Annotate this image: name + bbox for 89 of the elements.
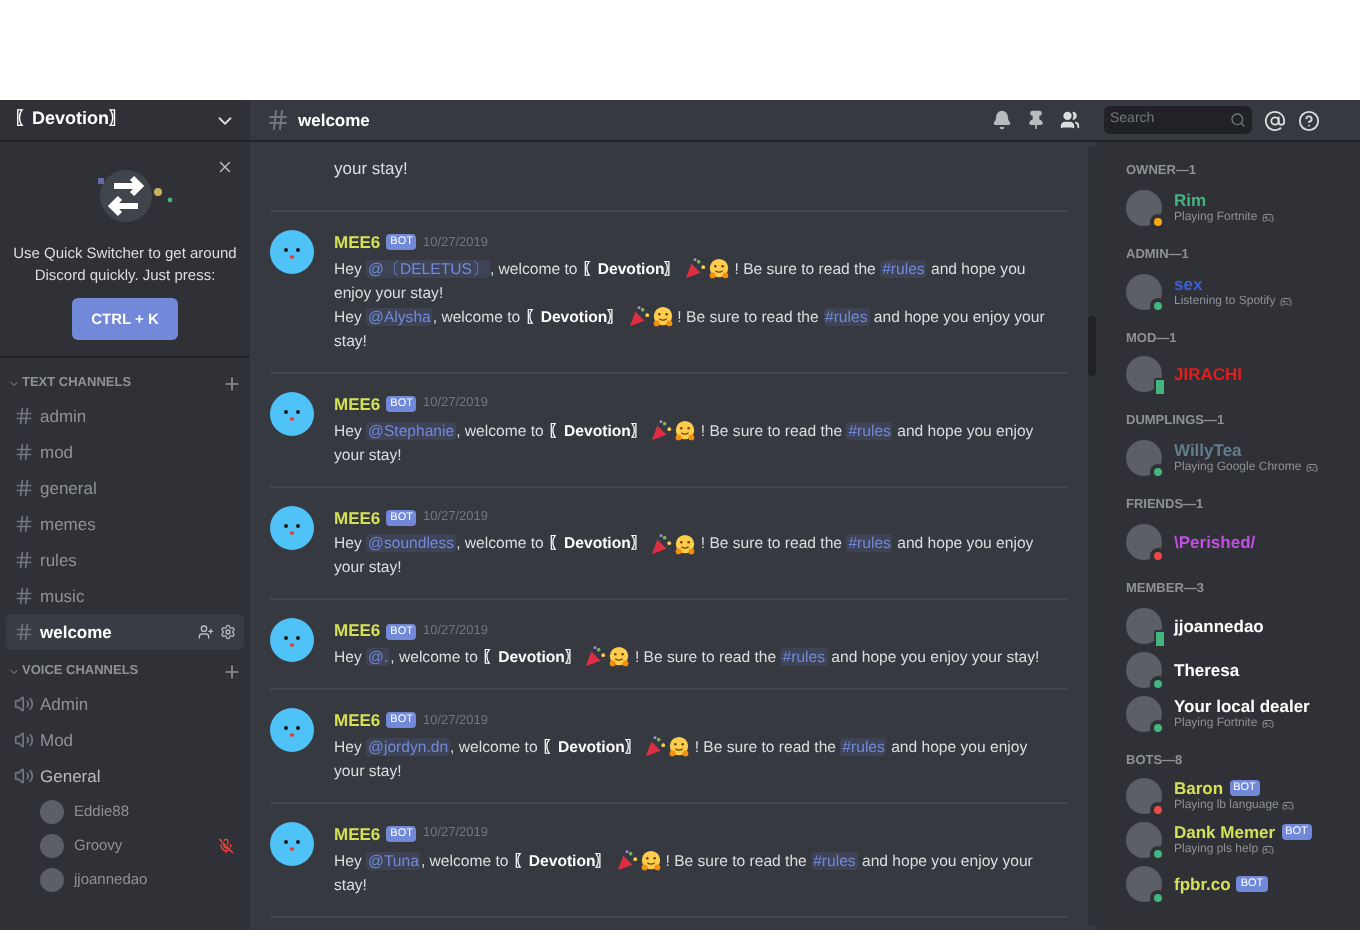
channel-item[interactable]: mod	[6, 434, 244, 471]
member-name[interactable]: jjoannedao	[1174, 615, 1264, 635]
party-popper-icon	[650, 533, 673, 556]
voice-channel-item[interactable]: Mod	[6, 722, 244, 759]
hash-icon	[266, 108, 290, 132]
hugging-face-icon	[674, 419, 697, 442]
pin-icon[interactable]	[1026, 110, 1046, 130]
member-name[interactable]: Rim	[1174, 189, 1207, 210]
hugging-face-icon	[639, 849, 662, 872]
party-popper-icon	[627, 306, 650, 329]
message-text: your stay!	[334, 158, 408, 178]
add-channel-icon[interactable]	[222, 374, 242, 395]
hash-icon	[14, 550, 34, 571]
hugging-face-icon	[708, 258, 731, 281]
user-avatar[interactable]	[1126, 695, 1162, 731]
channel-item[interactable]: welcome	[6, 614, 244, 651]
activity-icon	[1261, 211, 1274, 224]
invite-icon[interactable]	[198, 624, 214, 641]
author-name[interactable]: MEE6	[334, 618, 381, 644]
member-name[interactable]: WillyTea	[1174, 440, 1242, 460]
settings-icon[interactable]	[220, 624, 236, 641]
party-popper-icon	[644, 736, 667, 759]
user-avatar[interactable]	[1126, 189, 1162, 226]
add-channel-icon[interactable]	[222, 662, 242, 683]
bot-avatar[interactable]	[270, 230, 314, 274]
author-name[interactable]: MEE6	[334, 391, 381, 417]
activity-icon	[1282, 800, 1295, 813]
activity-icon	[1305, 462, 1318, 474]
member-name[interactable]: fpbr.co	[1174, 874, 1231, 895]
speaker-icon	[14, 730, 34, 751]
party-popper-icon	[650, 419, 673, 442]
member-name[interactable]: Your local dealer	[1174, 695, 1310, 715]
hugging-face-icon	[651, 306, 674, 329]
search-icon	[1230, 112, 1246, 128]
hash-icon	[14, 406, 34, 427]
member-name[interactable]: Dank Memer	[1174, 822, 1276, 843]
help-icon[interactable]	[1298, 109, 1320, 131]
bell-icon[interactable]	[992, 110, 1012, 130]
mention-icon[interactable]	[1264, 109, 1286, 131]
hugging-face-icon	[608, 646, 631, 669]
member-name[interactable]: Theresa	[1174, 659, 1240, 679]
activity-icon	[1279, 295, 1292, 307]
close-icon[interactable]	[216, 158, 234, 176]
member-name[interactable]: JIRACHI	[1174, 364, 1243, 385]
voice-channel-item[interactable]: General	[6, 758, 244, 795]
user-avatar[interactable]	[1126, 651, 1162, 687]
bot-avatar[interactable]	[270, 708, 314, 752]
user-avatar[interactable]	[1126, 822, 1162, 859]
hash-icon	[14, 514, 34, 535]
party-popper-icon	[615, 849, 638, 872]
member-name[interactable]: sex	[1174, 273, 1203, 293]
activity-icon	[1262, 844, 1275, 857]
member-name[interactable]: Baron	[1174, 778, 1224, 799]
party-popper-icon	[584, 646, 607, 669]
hugging-face-icon	[674, 533, 697, 556]
hash-icon	[14, 478, 34, 499]
channel-item[interactable]: memes	[6, 506, 244, 543]
user-avatar[interactable]	[1126, 440, 1162, 476]
channel-title: welcome	[298, 107, 372, 133]
hash-icon	[14, 586, 34, 607]
member-name[interactable]: \Perished/	[1174, 531, 1256, 552]
channel-item[interactable]: rules	[6, 542, 244, 579]
user-avatar[interactable]	[1126, 778, 1162, 815]
user-avatar[interactable]	[1126, 523, 1162, 560]
user-avatar[interactable]	[1126, 356, 1162, 393]
author-name[interactable]: MEE6	[334, 821, 381, 847]
hash-icon	[14, 622, 34, 643]
author-name[interactable]: MEE6	[334, 708, 381, 734]
hash-icon	[14, 442, 34, 463]
speaker-icon	[14, 766, 34, 787]
hugging-face-icon	[668, 736, 691, 759]
user-avatar[interactable]	[1126, 607, 1162, 643]
user-avatar[interactable]	[1126, 866, 1162, 903]
activity-icon	[1261, 717, 1274, 729]
server-name: 〖Devotion〗	[14, 106, 128, 133]
user-avatar[interactable]	[1126, 273, 1162, 309]
bot-avatar[interactable]	[270, 821, 314, 866]
channel-item[interactable]: admin	[6, 398, 244, 435]
members-icon[interactable]	[1060, 110, 1080, 130]
bot-avatar[interactable]	[270, 505, 314, 549]
voice-channel-item[interactable]: Admin	[6, 686, 244, 723]
party-popper-icon	[684, 258, 707, 281]
bot-avatar[interactable]	[270, 391, 314, 436]
author-name[interactable]: MEE6	[334, 230, 381, 256]
channel-item[interactable]: music	[6, 578, 244, 615]
channel-item[interactable]: general	[6, 470, 244, 507]
author-name[interactable]: MEE6	[334, 505, 381, 531]
speaker-icon	[14, 694, 34, 715]
bot-avatar[interactable]	[270, 618, 314, 663]
